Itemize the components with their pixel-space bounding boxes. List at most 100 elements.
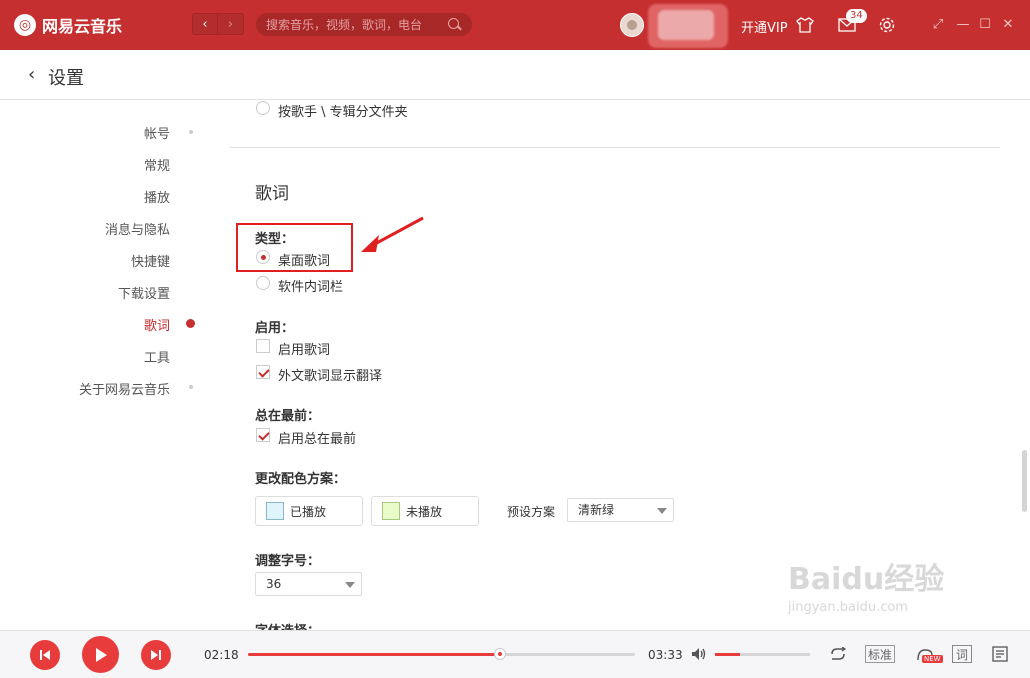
new-badge: NEW xyxy=(922,655,943,663)
back-arrow-icon[interactable]: ‹ xyxy=(28,64,35,85)
sidebar-item-account[interactable]: 帐号 xyxy=(144,123,170,142)
volume-button[interactable] xyxy=(690,643,708,665)
active-nav-dot xyxy=(186,319,195,328)
ontop-title: 总在最前： xyxy=(255,409,321,424)
font-size-title: 调整字号： xyxy=(255,554,321,569)
translate-lyrics-checkbox[interactable] xyxy=(256,365,270,379)
sidebar-item-download[interactable]: 下载设置 xyxy=(118,283,170,302)
sidebar-item-playback[interactable]: 播放 xyxy=(144,187,170,206)
close-icon: ✕ xyxy=(1002,16,1014,32)
translate-lyrics-label: 外文歌词显示翻译 xyxy=(278,369,383,384)
history-nav: ‹ › xyxy=(192,13,244,35)
settings-button[interactable] xyxy=(876,14,898,36)
section-title-lyrics: 歌词 xyxy=(255,184,289,204)
progress-knob[interactable] xyxy=(493,648,506,660)
enable-lyrics-label: 启用歌词 xyxy=(278,343,331,358)
playlist-icon xyxy=(992,646,1008,662)
sound-effect-button[interactable]: NEW xyxy=(910,643,943,665)
title-bar: ◎ 网易云音乐 ‹ › 开通VIP 34 ⤢ — ☐ ✕ xyxy=(0,0,1030,50)
close-button[interactable]: ✕ xyxy=(1000,16,1016,32)
mini-mode-button[interactable]: ⤢ xyxy=(930,16,946,32)
loop-icon xyxy=(831,647,847,660)
sidebar-item-about[interactable]: 关于网易云音乐 xyxy=(79,379,170,398)
font-select-title: 字体选择： xyxy=(255,620,320,630)
loop-mode-button[interactable] xyxy=(828,643,848,665)
skin-icon xyxy=(796,17,814,33)
next-track-button[interactable] xyxy=(141,640,171,670)
settings-content: 按歌手 \ 专辑分文件夹 歌词 类型： 桌面歌词 软件内词栏 启用： 启用歌词 … xyxy=(230,100,1015,630)
playlist-button[interactable] xyxy=(990,643,1010,665)
progress-track[interactable] xyxy=(248,648,635,660)
next-icon xyxy=(151,650,161,660)
sidebar-item-lyrics[interactable]: 歌词 xyxy=(144,315,170,334)
always-on-top-label: 启用总在最前 xyxy=(278,432,357,447)
folder-by-artist-radio[interactable] xyxy=(256,101,270,115)
mail-badge: 34 xyxy=(846,9,867,23)
unplayed-color-button[interactable]: 未播放 xyxy=(371,496,479,526)
page-header: ‹ 设置 xyxy=(0,50,1030,100)
scrollbar-thumb[interactable] xyxy=(1022,450,1027,512)
search-box[interactable] xyxy=(256,13,472,36)
forward-button[interactable]: › xyxy=(218,13,244,35)
volume-fill xyxy=(715,653,740,656)
settings-nav: 帐号 常规 播放 消息与隐私 快捷键 下载设置 歌词 工具 关于网易云音乐 xyxy=(0,100,230,630)
player-bar: 02:18 03:33 标准 NEW 词 xyxy=(0,630,1030,678)
play-button[interactable] xyxy=(82,636,119,673)
content-scrollbar[interactable] xyxy=(1019,100,1030,630)
maximize-icon: ☐ xyxy=(979,16,991,32)
unplayed-color-label: 未播放 xyxy=(406,504,443,519)
current-time: 02:18 xyxy=(204,648,239,662)
enable-title: 启用： xyxy=(255,321,295,336)
section-divider xyxy=(230,147,1000,148)
nav-dot xyxy=(189,385,193,389)
avatar[interactable] xyxy=(620,13,644,37)
total-time: 03:33 xyxy=(648,648,683,662)
sidebar-item-shortcuts[interactable]: 快捷键 xyxy=(131,251,170,270)
preset-select[interactable]: 清新绿 xyxy=(567,498,674,522)
username-blurred[interactable] xyxy=(648,4,728,48)
back-icon: ‹ xyxy=(202,16,208,32)
skin-button[interactable] xyxy=(794,14,816,36)
font-size-select[interactable]: 36 xyxy=(255,572,362,596)
sidebar-item-tools[interactable]: 工具 xyxy=(144,347,170,366)
prev-icon xyxy=(40,650,50,660)
played-color-swatch xyxy=(266,502,284,520)
played-color-button[interactable]: 已播放 xyxy=(255,496,363,526)
always-on-top-checkbox[interactable] xyxy=(256,428,270,442)
app-name: 网易云音乐 xyxy=(42,17,123,36)
chevron-down-icon xyxy=(345,582,355,588)
font-size-value: 36 xyxy=(266,577,282,591)
nav-dot xyxy=(189,130,193,134)
preset-value: 清新绿 xyxy=(578,503,615,517)
search-icon[interactable] xyxy=(448,17,462,32)
sidebar-item-privacy[interactable]: 消息与隐私 xyxy=(105,219,170,238)
app-logo[interactable]: ◎ 网易云音乐 xyxy=(14,13,122,37)
prev-track-button[interactable] xyxy=(30,640,60,670)
lyric-toggle-button[interactable]: 词 xyxy=(952,645,972,663)
sidebar-item-general[interactable]: 常规 xyxy=(144,155,170,174)
page-title: 设置 xyxy=(48,68,84,89)
folder-by-artist-label: 按歌手 \ 专辑分文件夹 xyxy=(278,105,408,120)
annotation-arrow-icon xyxy=(361,216,424,252)
maximize-button[interactable]: ☐ xyxy=(977,16,993,32)
preset-label: 预设方案 xyxy=(507,505,556,519)
vip-link[interactable]: 开通VIP xyxy=(741,17,788,36)
annotation-highlight-box xyxy=(236,223,353,272)
unplayed-color-swatch xyxy=(382,502,400,520)
gear-icon xyxy=(879,17,895,33)
progress-fill xyxy=(248,653,500,656)
in-app-lyrics-radio[interactable] xyxy=(256,276,270,290)
volume-icon xyxy=(692,648,706,660)
volume-track[interactable] xyxy=(715,653,810,656)
chevron-down-icon xyxy=(657,508,667,514)
played-color-label: 已播放 xyxy=(290,504,327,519)
enable-lyrics-checkbox[interactable] xyxy=(256,339,270,353)
search-input[interactable] xyxy=(266,17,448,32)
minimize-button[interactable]: — xyxy=(955,16,971,32)
in-app-lyrics-label: 软件内词栏 xyxy=(278,280,344,295)
play-icon xyxy=(95,647,107,662)
netease-logo-icon: ◎ xyxy=(14,14,36,36)
quality-button[interactable]: 标准 xyxy=(865,645,895,663)
back-button[interactable]: ‹ xyxy=(192,13,218,35)
forward-icon: › xyxy=(227,16,234,32)
